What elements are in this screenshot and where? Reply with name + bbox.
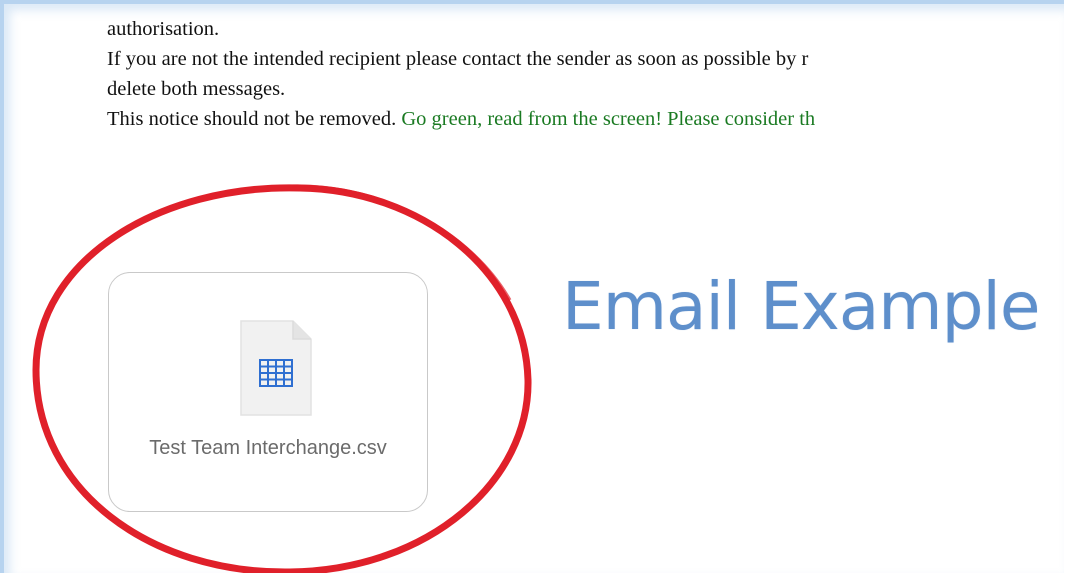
csv-attachment[interactable]: Test Team Interchange.csv bbox=[108, 272, 428, 512]
disclaimer-notice-text: This notice should not be removed. bbox=[107, 108, 402, 130]
disclaimer-line: authorisation. bbox=[107, 18, 220, 40]
go-green-text: Go green, read from the screen! Please c… bbox=[401, 108, 816, 130]
disclaimer-line-notice: This notice should not be removed. Go gr… bbox=[107, 104, 1068, 134]
disclaimer-line: If you are not the intended recipient pl… bbox=[107, 48, 809, 70]
attachment-file-name: Test Team Interchange.csv bbox=[149, 437, 387, 459]
spreadsheet-file-icon bbox=[240, 320, 312, 416]
email-disclaimer: authorisation. If you are not the intend… bbox=[107, 14, 1068, 134]
email-example-caption: Email Example bbox=[562, 268, 1040, 345]
disclaimer-line: delete both messages. bbox=[107, 78, 286, 100]
